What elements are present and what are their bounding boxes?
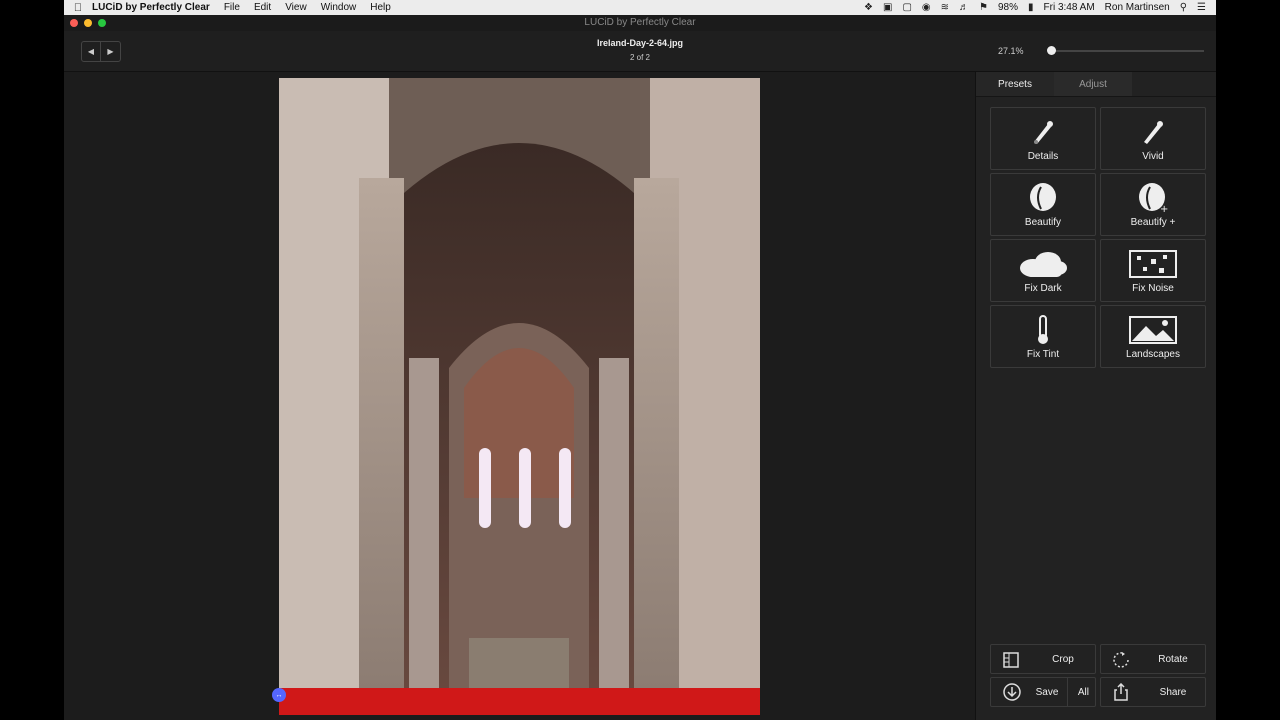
share-label: Share (1159, 686, 1187, 698)
tab-adjust[interactable]: Adjust (1054, 72, 1132, 96)
cloud-icon (1018, 249, 1068, 279)
brush-icon (1140, 117, 1166, 147)
window-title: LUCiD by Perfectly Clear (584, 17, 696, 28)
zoom-percent: 27.1% (998, 46, 1024, 56)
menu-help[interactable]: Help (370, 2, 391, 13)
crop-button[interactable]: Crop (990, 644, 1096, 674)
file-name: Ireland-Day-2-64.jpg (596, 38, 684, 48)
user-name[interactable]: Ron Martinsen (1105, 2, 1170, 13)
cathedral-photo (279, 78, 760, 715)
preset-label: Fix Dark (1024, 283, 1062, 294)
panel-tabs: Presets Adjust (976, 72, 1216, 97)
save-all-button[interactable]: All (1078, 687, 1089, 698)
zoom-window-button[interactable] (98, 19, 106, 27)
flag-icon[interactable]: ⚑ (979, 2, 988, 13)
title-bar: LUCiD by Perfectly Clear (64, 15, 1216, 31)
wifi-icon[interactable]: ≋ (941, 2, 949, 13)
preset-label: Beautify (1024, 217, 1062, 228)
crop-label: Crop (1052, 653, 1074, 665)
dropbox-icon[interactable]: ❖ (864, 2, 873, 13)
share-button[interactable]: Share (1100, 677, 1206, 707)
photo-preview[interactable] (279, 78, 760, 715)
action-grid: Crop Rotate Save All Share (990, 644, 1206, 707)
menu-window[interactable]: Window (321, 2, 357, 13)
preset-beautify-plus[interactable]: + Beautify + (1100, 173, 1206, 236)
screen-icon[interactable]: ▢ (902, 2, 911, 13)
zoom-slider-handle[interactable] (1046, 46, 1056, 55)
preset-fix-noise[interactable]: Fix Noise (1100, 239, 1206, 302)
tab-presets[interactable]: Presets (976, 72, 1054, 96)
divider (1067, 678, 1068, 706)
menubar:  LUCiD by Perfectly Clear File Edit Vie… (64, 0, 1216, 15)
preset-label: Vivid (1142, 151, 1164, 162)
rotate-button[interactable]: Rotate (1100, 644, 1206, 674)
preset-vivid[interactable]: Vivid (1100, 107, 1206, 170)
menu-edit[interactable]: Edit (254, 2, 271, 13)
preset-label: Details (1027, 151, 1059, 162)
apple-icon[interactable]:  (64, 2, 92, 14)
preset-fix-tint[interactable]: Fix Tint (990, 305, 1096, 368)
camera-icon[interactable]: ▣ (883, 2, 892, 13)
rotate-label: Rotate (1158, 653, 1188, 665)
preset-landscapes[interactable]: Landscapes (1100, 305, 1206, 368)
sync-icon[interactable]: ◉ (922, 2, 931, 13)
notification-icon[interactable]: ☰ (1197, 2, 1206, 13)
face-plus-icon: + (1138, 183, 1168, 213)
zoom-slider-track[interactable] (1048, 50, 1204, 52)
preset-grid: Details Vivid Beautify + Beautify + Fix … (990, 107, 1206, 368)
toolbar: ◀ ▶ Ireland-Day-2-64.jpg 2 of 2 27.1% (64, 31, 1216, 72)
compare-splitter-handle[interactable]: ↔ (272, 688, 286, 702)
file-count: 2 of 2 (629, 53, 650, 62)
minimize-window-button[interactable] (84, 19, 92, 27)
app-window: LUCiD by Perfectly Clear ◀ ▶ Ireland-Day… (64, 15, 1216, 720)
preset-label: Landscapes (1126, 349, 1180, 360)
side-panel: Presets Adjust Details Vivid Beautify + … (975, 72, 1216, 720)
svg-text:+: + (1160, 204, 1168, 213)
landscape-icon (1129, 315, 1177, 345)
menu-view[interactable]: View (285, 2, 307, 13)
battery-percent: 98% (998, 2, 1019, 13)
preset-details[interactable]: Details (990, 107, 1096, 170)
noise-icon (1129, 249, 1177, 279)
preset-label: Fix Noise (1132, 283, 1174, 294)
menu-file[interactable]: File (224, 2, 240, 13)
spotlight-icon[interactable]: ⚲ (1180, 2, 1187, 13)
thermometer-icon (1036, 315, 1050, 345)
preset-beautify[interactable]: Beautify (990, 173, 1096, 236)
close-window-button[interactable] (70, 19, 78, 27)
battery-icon[interactable]: ▮ (1028, 2, 1034, 13)
volume-icon[interactable]: ♬ (959, 2, 969, 13)
clock[interactable]: Fri 3:48 AM (1044, 2, 1095, 13)
face-icon (1029, 183, 1057, 213)
brush-icon (1030, 117, 1056, 147)
preset-fix-dark[interactable]: Fix Dark (990, 239, 1096, 302)
app-menu[interactable]: LUCiD by Perfectly Clear (92, 2, 210, 13)
image-canvas: ↔ (64, 72, 975, 720)
file-info: Ireland-Day-2-64.jpg 2 of 2 (64, 38, 1216, 62)
preset-label: Beautify + (1130, 217, 1176, 228)
save-button[interactable]: Save All (990, 677, 1096, 707)
preset-label: Fix Tint (1026, 349, 1060, 360)
